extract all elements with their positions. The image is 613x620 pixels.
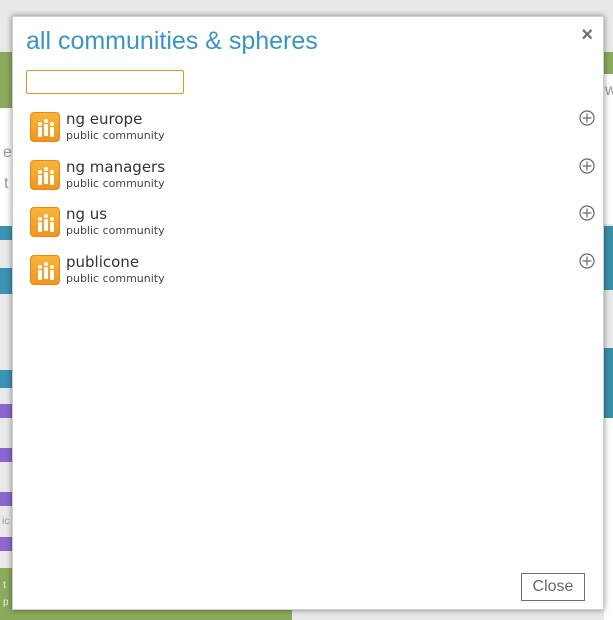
add-circle-icon[interactable] [579,157,595,174]
list-item[interactable]: ng us public community [30,205,595,253]
community-type: public community [66,224,165,237]
community-name[interactable]: publicone [66,253,139,271]
community-type: public community [66,271,165,285]
background-bar [604,348,613,418]
background-text-fragment: t [4,175,9,192]
community-list: ng europe public community ng managers p… [30,110,595,300]
add-circle-icon[interactable] [579,252,595,269]
background-text-fragment: w [605,82,613,99]
list-item[interactable]: publicone public community [30,253,595,301]
background-text-fragment: t [3,580,6,591]
background-panel [604,52,613,74]
search-input[interactable] [26,70,184,94]
background-bar [0,268,12,294]
community-name[interactable]: ng managers [66,158,165,176]
list-item[interactable]: ng europe public community [30,110,595,158]
community-type: public community [66,129,165,142]
community-icon [30,254,60,285]
list-item[interactable]: ng managers public community [30,158,595,206]
background-bar [0,370,12,388]
background-bar [0,448,12,462]
community-name[interactable]: ng europe [66,110,142,128]
background-text-fragment: ic [2,516,10,527]
community-icon [30,112,60,142]
close-icon[interactable]: × [581,25,593,45]
community-type: public community [66,176,165,190]
background-panel [0,52,12,108]
background-panel [0,108,12,226]
background-bar [0,404,12,418]
background-panel [604,418,613,620]
background-text-fragment: e [3,144,12,161]
background-bar [0,492,12,506]
community-name[interactable]: ng us [66,205,107,223]
add-circle-icon[interactable] [579,205,595,221]
communities-dialog: all communities & spheres × ng europe pu… [12,16,604,610]
close-button[interactable]: Close [521,573,585,601]
background-text-fragment: p [3,597,9,608]
dialog-title: all communities & spheres [26,27,318,55]
background-bar [604,226,613,290]
add-circle-icon[interactable] [579,110,595,126]
background-bar [0,537,12,551]
background-bar [0,226,12,240]
community-icon [30,207,60,237]
community-icon [30,159,60,190]
